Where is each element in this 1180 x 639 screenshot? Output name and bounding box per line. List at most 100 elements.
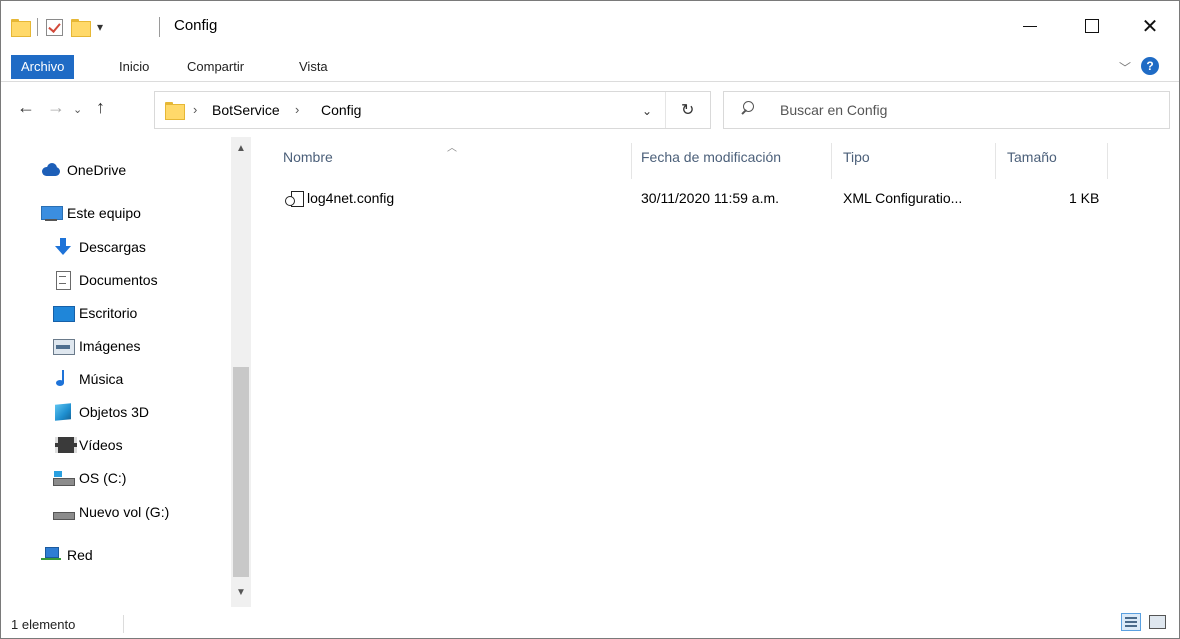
3d-objects-icon	[53, 403, 73, 421]
help-icon[interactable]: ?	[1141, 57, 1159, 75]
network-icon	[41, 546, 61, 564]
sidebar-item-label: Música	[79, 371, 124, 387]
desktop-icon	[53, 304, 75, 322]
search-box[interactable]	[723, 91, 1170, 129]
quick-access-toolbar: ▾	[11, 15, 103, 39]
sidebar-item-label: Imágenes	[79, 338, 141, 354]
back-arrow-icon[interactable]: ←	[17, 97, 35, 118]
recent-locations-chevron-icon[interactable]: ⌄	[73, 103, 82, 116]
address-bar[interactable]: › BotService › Config ⌄ ↻	[154, 91, 711, 129]
column-divider[interactable]	[1107, 143, 1108, 179]
sidebar-item-este-equipo[interactable]: Este equipo	[41, 201, 141, 225]
table-row[interactable]: log4net.config 30/11/2020 11:59 a.m. XML…	[273, 187, 1113, 211]
config-file-icon	[285, 191, 304, 207]
tab-inicio[interactable]: Inicio	[111, 55, 157, 79]
breadcrumb-separator[interactable]: ›	[295, 102, 299, 117]
sidebar-item-label: Red	[67, 547, 93, 563]
title-divider	[159, 17, 160, 37]
item-count: 1 elemento	[11, 617, 76, 632]
scrollbar-thumb[interactable]	[233, 367, 249, 577]
sidebar-item-documentos[interactable]: Documentos	[53, 268, 158, 292]
address-divider	[665, 92, 666, 128]
column-divider[interactable]	[995, 143, 996, 179]
refresh-icon[interactable]: ↻	[681, 100, 694, 120]
maximize-button[interactable]	[1063, 1, 1121, 51]
large-icons-view-icon[interactable]	[1147, 613, 1167, 631]
file-size: 1 KB	[1069, 190, 1100, 206]
breadcrumb-config[interactable]: Config	[321, 102, 361, 118]
downloads-icon	[53, 238, 73, 256]
toolbar-divider	[37, 18, 38, 36]
pictures-icon	[53, 337, 75, 355]
documents-icon	[53, 271, 73, 290]
music-icon	[53, 370, 73, 388]
up-arrow-icon[interactable]: ↑	[96, 97, 105, 118]
column-header-nombre[interactable]: Nombre	[283, 149, 333, 165]
window-title: Config	[174, 17, 218, 34]
file-name[interactable]: log4net.config	[307, 190, 394, 206]
properties-icon[interactable]	[46, 18, 63, 36]
details-view-icon[interactable]	[1121, 613, 1141, 631]
expand-ribbon-chevron-icon[interactable]: ﹀	[1119, 59, 1131, 76]
sidebar-item-objetos-3d[interactable]: Objetos 3D	[53, 400, 149, 424]
sidebar-item-label: Este equipo	[67, 205, 141, 221]
sidebar-item-os-c[interactable]: OS (C:)	[53, 466, 126, 490]
sidebar-item-musica[interactable]: Música	[53, 367, 123, 391]
system-drive-icon	[53, 469, 75, 487]
sidebar-item-label: Documentos	[79, 272, 158, 288]
minimize-button[interactable]	[1001, 1, 1059, 51]
sidebar-item-nuevo-vol-g[interactable]: Nuevo vol (G:)	[53, 500, 169, 524]
file-modified-date: 30/11/2020 11:59 a.m.	[641, 190, 780, 206]
ribbon: Archivo Inicio Compartir Vista ﹀ ?	[1, 51, 1179, 82]
sidebar-item-label: OS (C:)	[79, 470, 127, 486]
folder-icon	[11, 19, 31, 37]
folder-icon	[165, 102, 185, 120]
sidebar-item-label: Descargas	[79, 239, 146, 255]
breadcrumb-separator[interactable]: ›	[193, 102, 197, 117]
sidebar-item-label: Vídeos	[79, 437, 123, 453]
minimize-icon	[1023, 25, 1037, 27]
sidebar-item-label: Objetos 3D	[79, 404, 150, 420]
address-history-chevron-icon[interactable]: ⌄	[642, 104, 652, 118]
tab-archivo[interactable]: Archivo	[11, 55, 75, 79]
file-list: ︿ Nombre Fecha de modificación Tipo Tama…	[253, 137, 1179, 607]
customize-toolbar-dropdown-icon[interactable]: ▾	[97, 20, 103, 34]
file-explorer-window: ▾ Config ✕ Archivo Inicio Compartir Vist…	[0, 0, 1180, 639]
navigation-bar: ← → ⌄ ↑ › BotService › Config ⌄ ↻	[1, 83, 1179, 137]
column-header-fecha[interactable]: Fecha de modificación	[641, 149, 781, 165]
sidebar-item-escritorio[interactable]: Escritorio	[53, 301, 137, 325]
search-input[interactable]	[780, 100, 1150, 120]
status-bar: 1 elemento	[1, 607, 1179, 638]
new-folder-icon[interactable]	[71, 19, 91, 37]
file-type: XML Configuratio...	[843, 190, 963, 206]
sidebar-item-label: Nuevo vol (G:)	[79, 504, 170, 520]
forward-arrow-icon[interactable]: →	[47, 97, 65, 118]
search-icon	[740, 101, 754, 115]
navigation-scrollbar[interactable]: ▲ ▼	[231, 137, 251, 607]
close-icon: ✕	[1141, 15, 1159, 38]
computer-icon	[41, 204, 63, 222]
tab-vista[interactable]: Vista	[291, 55, 336, 79]
status-divider	[123, 615, 124, 633]
tab-compartir[interactable]: Compartir	[179, 55, 252, 79]
column-divider[interactable]	[831, 143, 832, 179]
drive-icon	[53, 503, 75, 521]
sort-ascending-icon: ︿	[447, 143, 457, 154]
sidebar-item-descargas[interactable]: Descargas	[53, 235, 146, 259]
close-button[interactable]: ✕	[1121, 1, 1179, 51]
videos-icon	[53, 436, 77, 454]
sidebar-item-videos[interactable]: Vídeos	[53, 433, 123, 457]
sidebar-item-label: OneDrive	[67, 162, 127, 178]
column-header-tipo[interactable]: Tipo	[843, 149, 870, 165]
scroll-up-chevron-icon[interactable]: ▲	[231, 143, 251, 154]
title-bar[interactable]: ▾ Config ✕	[1, 1, 1179, 51]
scroll-down-chevron-icon[interactable]: ▼	[231, 587, 251, 598]
sidebar-item-onedrive[interactable]: OneDrive	[41, 158, 126, 182]
sidebar-item-imagenes[interactable]: Imágenes	[53, 334, 140, 358]
column-header-tamano[interactable]: Tamaño	[1007, 149, 1057, 165]
maximize-icon	[1085, 19, 1099, 33]
breadcrumb-botservice[interactable]: BotService	[212, 102, 280, 118]
sidebar-item-label: Escritorio	[79, 305, 138, 321]
column-divider[interactable]	[631, 143, 632, 179]
sidebar-item-red[interactable]: Red	[41, 543, 93, 567]
